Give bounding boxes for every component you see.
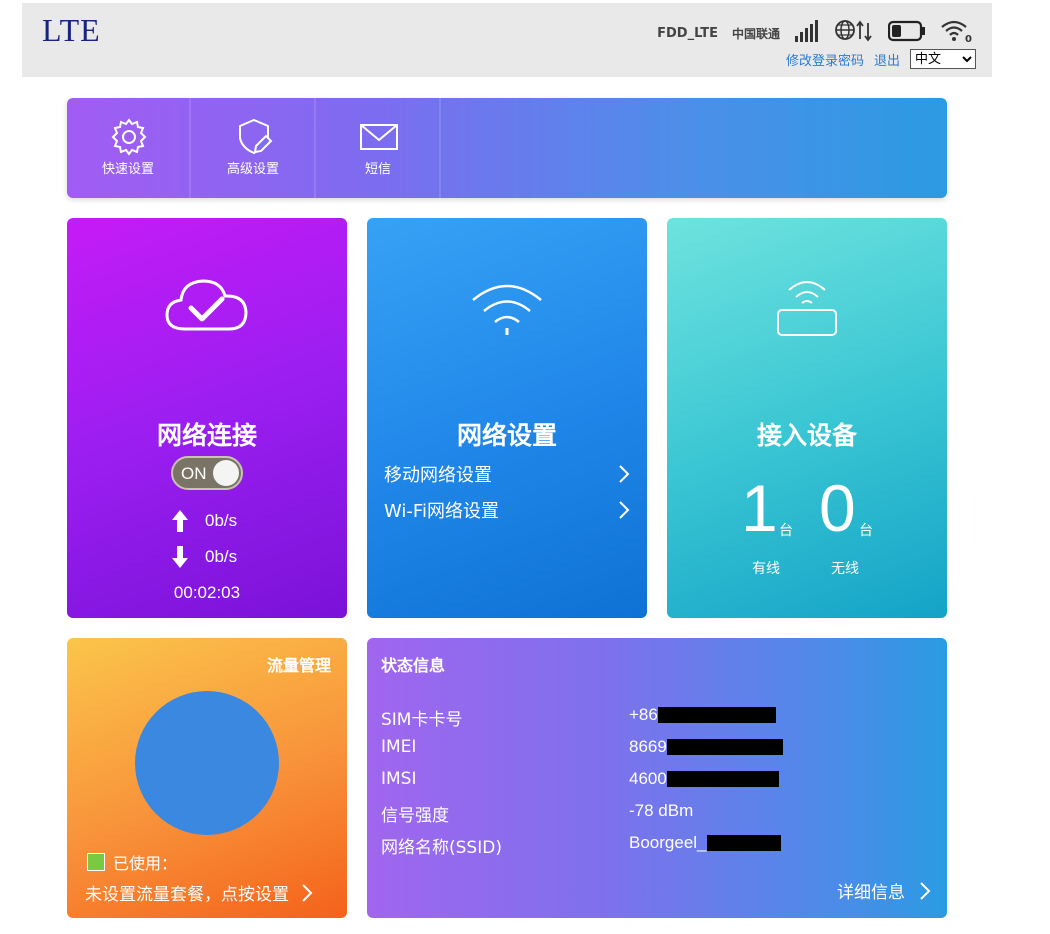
change-password-link[interactable]: 修改登录密码 bbox=[786, 50, 864, 69]
link-label: 未设置流量套餐，点按设置 bbox=[85, 885, 289, 905]
toggle-knob bbox=[213, 460, 239, 486]
logo: LTE bbox=[42, 12, 101, 48]
router-icon bbox=[777, 281, 837, 336]
top-header: LTE FDD_LTE 中国联通 0 修改登录密码 退出 中文 bbox=[22, 3, 992, 77]
status-info-title: 状态信息 bbox=[381, 656, 446, 675]
redaction-bar bbox=[706, 835, 781, 851]
toggle-label: ON bbox=[181, 464, 207, 483]
chevron-right-icon bbox=[619, 501, 630, 519]
upload-rate-row: 0b/s bbox=[171, 509, 237, 533]
chevron-right-icon bbox=[302, 883, 313, 902]
connected-devices-title: 接入设备 bbox=[756, 421, 857, 450]
used-label: 已使用： bbox=[113, 854, 178, 873]
upload-arrow-icon bbox=[172, 510, 188, 532]
link-label: 移动网络设置 bbox=[384, 465, 492, 486]
info-value: Boorgeel_ bbox=[629, 833, 781, 853]
info-row-imsi: IMSI 4600 bbox=[381, 769, 933, 793]
wireless-label: 无线 bbox=[831, 561, 859, 577]
imsi-prefix: 4600 bbox=[629, 769, 667, 788]
nav-advanced-settings[interactable]: 高级设置 bbox=[192, 98, 316, 198]
wireless-device-count: 0 bbox=[819, 471, 856, 545]
envelope-icon bbox=[360, 124, 398, 150]
imei-prefix: 8669 bbox=[629, 737, 667, 756]
chevron-right-icon bbox=[920, 881, 931, 900]
sim-number-prefix: +86 bbox=[629, 705, 658, 724]
details-link[interactable]: 详细信息 bbox=[837, 878, 931, 903]
signal-strength-icon bbox=[794, 19, 820, 48]
logout-link[interactable]: 退出 bbox=[874, 50, 900, 69]
carrier-name: 中国联通 bbox=[731, 27, 780, 41]
wireless-unit: 台 bbox=[859, 523, 873, 539]
info-row-sim: SIM卡卡号 +86 bbox=[381, 705, 933, 730]
connection-toggle[interactable]: ON bbox=[171, 456, 243, 490]
redaction-bar bbox=[657, 707, 776, 723]
redaction-bar bbox=[666, 739, 783, 755]
network-settings-title: 网络设置 bbox=[456, 421, 557, 450]
network-connection-card: 网络连接 ON 0b/s 0b/s 00:02:03 bbox=[67, 218, 347, 618]
redaction-bar bbox=[666, 771, 779, 787]
nav-sms[interactable]: 短信 bbox=[317, 98, 441, 198]
account-links: 修改登录密码 退出 中文 bbox=[786, 49, 976, 69]
download-arrow-icon bbox=[172, 546, 188, 568]
info-row-ssid: 网络名称(SSID) Boorgeel_ bbox=[381, 833, 933, 858]
gear-icon bbox=[111, 118, 147, 156]
wired-unit: 台 bbox=[779, 523, 793, 539]
usage-pie-chart bbox=[135, 691, 279, 835]
link-label: Wi-Fi网络设置 bbox=[384, 501, 499, 522]
link-label: 详细信息 bbox=[837, 883, 905, 903]
nav-label: 高级设置 bbox=[226, 162, 279, 177]
wired-label: 有线 bbox=[752, 561, 780, 577]
nav-quick-setup[interactable]: 快速设置 bbox=[67, 98, 191, 198]
wifi-client-count: 0 bbox=[965, 34, 972, 43]
status-info-card: 状态信息 SIM卡卡号 +86 IMEI 8669 IMSI 4600 信号强度… bbox=[367, 638, 947, 918]
signal-strength-value: -78 dBm bbox=[629, 801, 694, 820]
info-value: +86 bbox=[629, 705, 776, 725]
globe-data-icon bbox=[834, 19, 874, 48]
usage-legend: 已使用： bbox=[87, 850, 177, 874]
main-nav: 快速设置 高级设置 短信 bbox=[67, 98, 947, 198]
battery-icon bbox=[887, 19, 926, 48]
connected-devices-card: 接入设备 1 台 0 台 有线 无线 bbox=[667, 218, 947, 618]
nav-label: 快速设置 bbox=[101, 162, 154, 177]
nav-label: 短信 bbox=[364, 162, 391, 177]
upload-rate: 0b/s bbox=[205, 511, 238, 530]
mobile-network-settings-link[interactable]: 移动网络设置 bbox=[384, 460, 630, 488]
wifi-clients-icon: 0 bbox=[940, 19, 972, 48]
used-color-swatch bbox=[87, 853, 105, 871]
traffic-management-title: 流量管理 bbox=[266, 656, 331, 675]
cloud-check-icon bbox=[165, 279, 248, 331]
shield-edit-icon bbox=[239, 118, 273, 155]
wired-device-count: 1 bbox=[741, 471, 778, 545]
download-rate-row: 0b/s bbox=[171, 545, 237, 569]
network-type: FDD_LTE bbox=[657, 26, 718, 41]
ssid-prefix: Boorgeel_ bbox=[629, 833, 707, 852]
language-select[interactable]: 中文 bbox=[910, 49, 976, 69]
status-bar: FDD_LTE 中国联通 0 bbox=[657, 19, 972, 48]
connection-duration: 00:02:03 bbox=[173, 583, 241, 602]
info-value: 8669 bbox=[629, 737, 783, 757]
info-label: 信号强度 bbox=[381, 806, 449, 826]
info-label: IMEI bbox=[381, 737, 417, 757]
info-label: IMSI bbox=[381, 769, 417, 789]
network-settings-card: 网络设置 移动网络设置 Wi-Fi网络设置 bbox=[367, 218, 647, 618]
info-value: 4600 bbox=[629, 769, 779, 789]
info-label: SIM卡卡号 bbox=[381, 710, 463, 730]
network-connection-title: 网络连接 bbox=[156, 421, 257, 450]
download-rate: 0b/s bbox=[205, 547, 238, 566]
wifi-network-settings-link[interactable]: Wi-Fi网络设置 bbox=[384, 496, 630, 524]
info-row-imei: IMEI 8669 bbox=[381, 737, 933, 761]
traffic-management-card: 流量管理 已使用： 未设置流量套餐，点按设置 bbox=[67, 638, 347, 918]
info-row-signal: 信号强度 -78 dBm bbox=[381, 801, 933, 826]
setup-data-plan-link[interactable]: 未设置流量套餐，点按设置 bbox=[85, 880, 313, 905]
wifi-icon bbox=[472, 284, 542, 335]
info-label: 网络名称(SSID) bbox=[381, 838, 502, 858]
chevron-right-icon bbox=[619, 465, 630, 483]
